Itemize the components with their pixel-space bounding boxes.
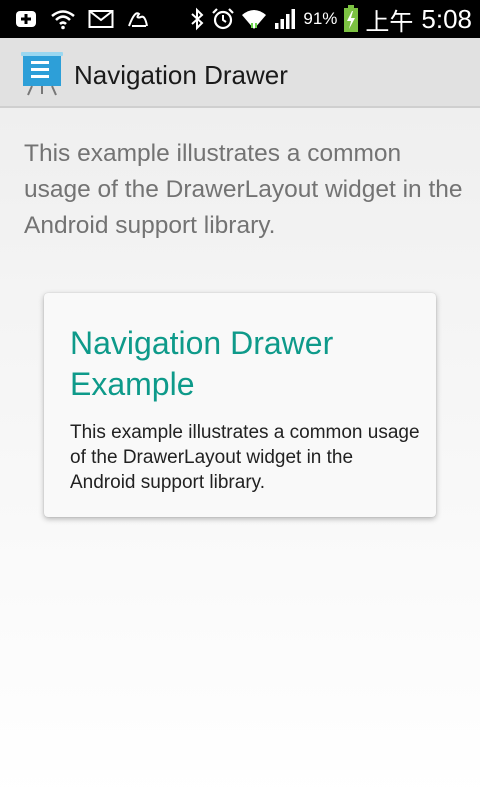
system-status-icons: 91% 上午 5:08 bbox=[189, 0, 472, 38]
bluetooth-icon bbox=[189, 7, 205, 31]
example-card[interactable]: Navigation Drawer Example This example i… bbox=[44, 293, 436, 517]
wifi-icon bbox=[241, 7, 267, 31]
card-title: Navigation Drawer Example bbox=[70, 325, 334, 402]
add-notification-icon bbox=[14, 7, 38, 31]
card-body: This example illustrates a common usage … bbox=[70, 422, 420, 493]
presentation-board-icon[interactable] bbox=[18, 52, 66, 96]
notification-icons bbox=[14, 0, 150, 38]
action-bar: Navigation Drawer bbox=[0, 38, 480, 108]
app-notification-icon bbox=[126, 7, 150, 31]
status-clock: 5:08 bbox=[421, 3, 472, 34]
intro-text: This example illustrates a common usage … bbox=[24, 140, 463, 239]
status-ampm: 上午 bbox=[365, 7, 414, 36]
alarm-icon bbox=[211, 7, 235, 31]
app-title: Navigation Drawer bbox=[74, 60, 288, 90]
wifi-notification-icon bbox=[50, 7, 76, 31]
status-bar: 91% 上午 5:08 bbox=[0, 0, 480, 38]
battery-charging-icon bbox=[343, 5, 359, 33]
battery-percent: 91% bbox=[303, 9, 338, 28]
signal-icon bbox=[273, 7, 297, 31]
email-icon bbox=[88, 9, 114, 29]
